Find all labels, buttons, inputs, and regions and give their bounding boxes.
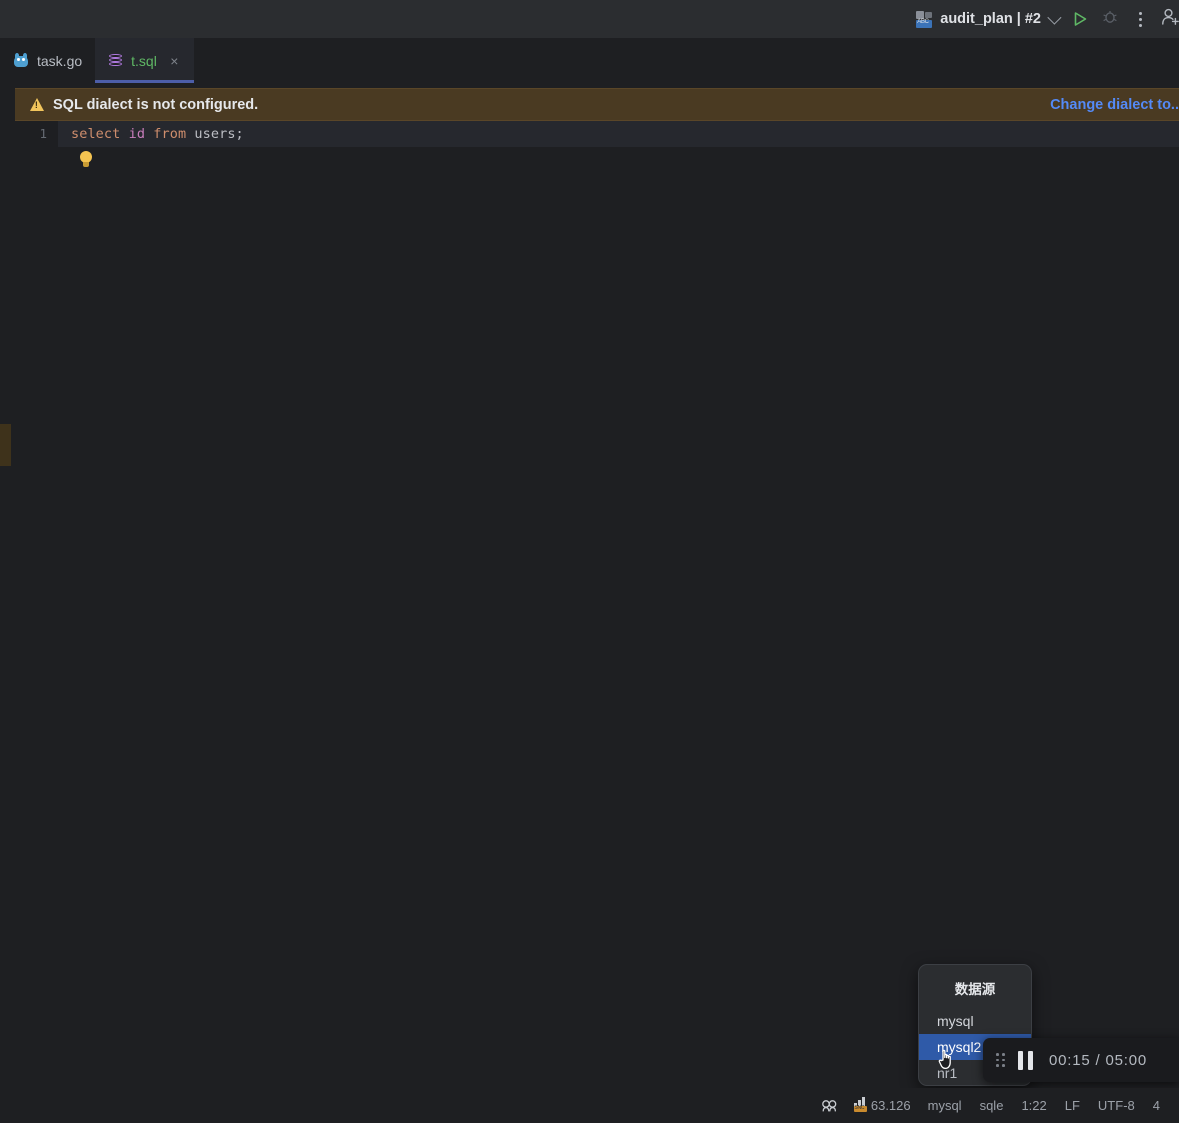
warning-message: SQL dialect is not configured.	[53, 96, 259, 113]
close-icon[interactable]: ×	[168, 54, 181, 68]
code-editor[interactable]: 1 select id from users;	[0, 121, 1179, 1088]
chevron-down-icon	[1047, 10, 1062, 25]
code-text: select id from users;	[58, 126, 244, 142]
run-configuration-selector[interactable]: audit_plan | #2	[909, 8, 1065, 31]
player-time: 00:15 / 05:00	[1049, 1051, 1147, 1069]
lightbulb-icon[interactable]	[79, 151, 93, 169]
drag-grip-icon[interactable]	[996, 1053, 1005, 1067]
sql-dialect-warning-banner: SQL dialect is not configured. Change di…	[15, 88, 1179, 121]
top-toolbar: audit_plan | #2	[0, 0, 1179, 38]
status-datasource[interactable]: mysql	[919, 1098, 971, 1113]
database-icon	[108, 53, 123, 69]
vcs-icon[interactable]	[813, 1099, 846, 1113]
status-caret-position[interactable]: 1:22	[1012, 1098, 1055, 1113]
module-icon	[916, 10, 933, 28]
change-dialect-link[interactable]: Change dialect to..	[1050, 97, 1179, 113]
warning-triangle-icon	[30, 98, 44, 111]
account-button[interactable]	[1155, 4, 1179, 34]
status-encoding[interactable]: UTF-8	[1089, 1098, 1144, 1113]
tab-label: t.sql	[131, 52, 157, 69]
line-number: 1	[39, 126, 47, 141]
go-gopher-icon	[13, 52, 29, 69]
memory-indicator-icon	[853, 1097, 868, 1112]
datasource-dropdown-title: 数据源	[954, 982, 996, 997]
status-bar: 63.126 mysql sqle 1:22 LF UTF-8 4	[0, 1088, 1179, 1123]
memory-indicator[interactable]: 63.126	[846, 1097, 919, 1113]
tab-task-go[interactable]: task.go	[0, 38, 95, 83]
status-indent[interactable]: 4	[1144, 1098, 1169, 1113]
datasource-item-mysql[interactable]: mysql	[919, 1008, 1031, 1034]
code-token-select: select	[71, 126, 129, 142]
recording-player-overlay[interactable]: 00:15 / 05:00	[983, 1038, 1179, 1082]
add-user-icon	[1160, 7, 1179, 32]
editor-tab-bar: task.go t.sql ×	[0, 38, 1179, 83]
more-vertical-icon	[1138, 11, 1142, 27]
gutter-warning-marker[interactable]	[0, 424, 11, 466]
code-token-id: id	[128, 126, 154, 142]
tab-t-sql[interactable]: t.sql ×	[95, 38, 194, 83]
code-line-1[interactable]: select id from users;	[58, 121, 1179, 147]
more-options-button[interactable]	[1125, 4, 1155, 34]
run-triangle-icon	[1073, 11, 1088, 27]
pause-icon[interactable]	[1018, 1050, 1033, 1070]
run-configuration-label: audit_plan | #2	[940, 11, 1041, 27]
tab-label: task.go	[37, 52, 83, 69]
status-scheme[interactable]: sqle	[971, 1098, 1013, 1113]
code-token-users: users;	[194, 126, 244, 142]
debug-button[interactable]	[1095, 4, 1125, 34]
editor-gutter[interactable]: 1	[0, 121, 58, 1088]
run-button[interactable]	[1065, 4, 1095, 34]
memory-value: 63.126	[870, 1098, 911, 1113]
debug-bug-icon	[1102, 9, 1118, 30]
status-line-separator[interactable]: LF	[1056, 1098, 1089, 1113]
code-token-from: from	[153, 126, 195, 142]
